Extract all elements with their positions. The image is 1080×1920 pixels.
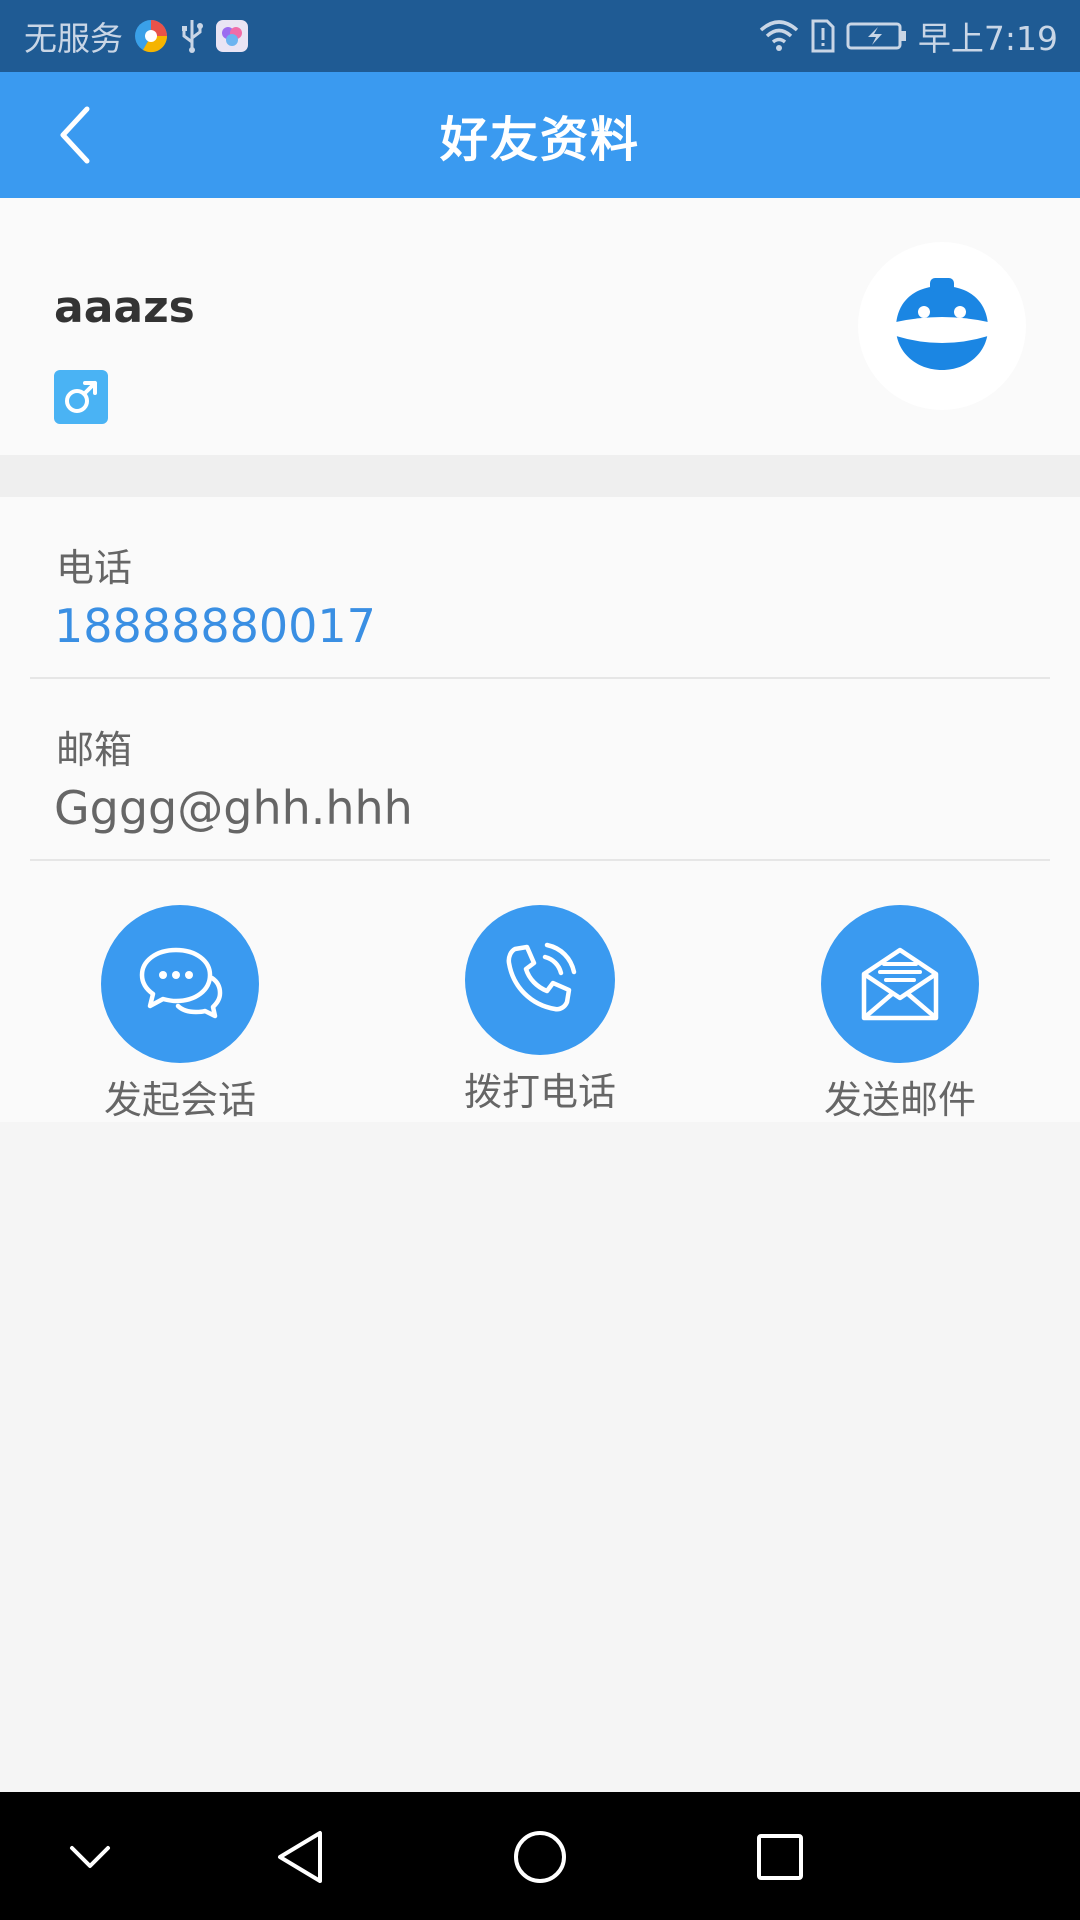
status-right: 早上7:19 xyxy=(758,12,1058,60)
robot-avatar-icon xyxy=(896,278,988,370)
username: aaazs xyxy=(54,282,195,333)
battery-charging-icon xyxy=(846,21,908,51)
chat-bubbles-icon xyxy=(139,947,223,1019)
sim-alert-icon xyxy=(810,18,836,54)
status-bar: 无服务 早上7:19 xyxy=(0,0,1080,72)
section-divider xyxy=(0,455,1080,497)
phone-row[interactable]: 电话 18888880017 xyxy=(30,497,1050,679)
collapse-down-icon xyxy=(70,1846,110,1868)
nav-back-button[interactable] xyxy=(265,1822,335,1892)
app-header: 好友资料 xyxy=(0,72,1080,198)
contact-info: 电话 18888880017 邮箱 Gggg@ghh.hhh 发起会话 拨打电话… xyxy=(0,497,1080,1122)
phone-label: 电话 xyxy=(56,546,133,590)
usb-icon xyxy=(179,18,205,54)
phone-value[interactable]: 18888880017 xyxy=(54,599,376,653)
email-row[interactable]: 邮箱 Gggg@ghh.hhh xyxy=(30,679,1050,861)
back-chevron-icon xyxy=(60,106,90,164)
email-action-circle[interactable] xyxy=(821,905,979,1063)
nav-recents-icon xyxy=(757,1834,803,1880)
male-icon xyxy=(54,370,108,424)
page-title: 好友资料 xyxy=(439,112,640,168)
carrier-text: 无服务 xyxy=(24,19,123,58)
email-label: 邮箱 xyxy=(56,728,133,772)
system-nav-bar xyxy=(0,1792,1080,1920)
start-chat-label: 发起会话 xyxy=(103,1078,256,1122)
avatar[interactable] xyxy=(858,242,1026,410)
mail-open-icon xyxy=(861,947,939,1021)
status-left: 无服务 xyxy=(24,12,249,60)
nav-home-icon xyxy=(514,1831,566,1883)
email-value[interactable]: Gggg@ghh.hhh xyxy=(54,781,413,835)
action-bar: 发起会话 拨打电话 发送邮件 xyxy=(0,905,1080,1125)
profile-card: aaazs xyxy=(0,198,1080,455)
back-button[interactable] xyxy=(40,100,110,170)
call-label: 拨打电话 xyxy=(463,1070,616,1114)
clock-text: 早上7:19 xyxy=(917,19,1058,58)
wifi-icon xyxy=(758,19,800,53)
nav-recents-button[interactable] xyxy=(745,1822,815,1892)
nav-home-button[interactable] xyxy=(505,1822,575,1892)
call-button[interactable]: 拨打电话 xyxy=(430,905,650,1125)
start-chat-button[interactable]: 发起会话 xyxy=(70,905,290,1125)
nav-back-icon xyxy=(278,1831,322,1883)
browser-icon xyxy=(133,18,169,54)
call-action-circle[interactable] xyxy=(465,905,615,1055)
send-email-label: 发送邮件 xyxy=(823,1078,976,1122)
phone-call-icon xyxy=(506,942,577,1012)
send-email-button[interactable]: 发送邮件 xyxy=(790,905,1010,1125)
app-icon xyxy=(215,19,249,53)
chat-action-circle[interactable] xyxy=(101,905,259,1063)
collapse-down-button[interactable] xyxy=(55,1822,125,1892)
